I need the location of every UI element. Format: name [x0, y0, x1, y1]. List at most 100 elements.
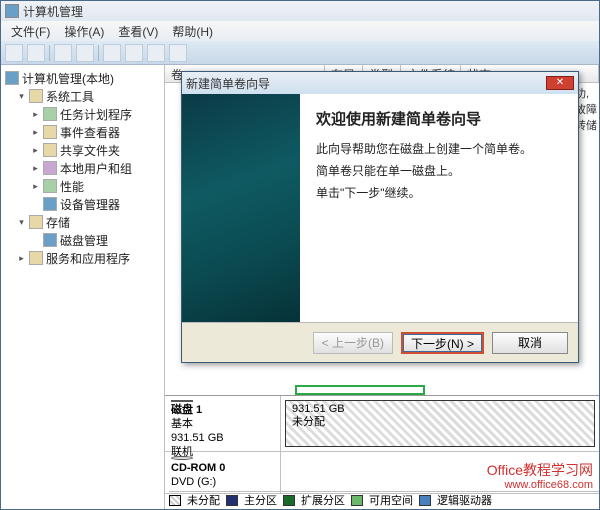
wizard-line3: 单击"下一步"继续。	[316, 185, 564, 201]
label: 服务和应用程序	[46, 250, 130, 267]
disk-graphic-pane: 磁盘 1 基本 931.51 GB 联机 931.51 GB 未分配	[165, 395, 599, 509]
tree-task-scheduler[interactable]: ▸ 任务计划程序	[3, 105, 162, 123]
label: 任务计划程序	[60, 106, 132, 123]
toolbar-sep	[49, 45, 50, 61]
properties-icon[interactable]	[76, 44, 94, 62]
label: 共享文件夹	[60, 142, 120, 159]
disk-size: 931.51 GB	[171, 431, 274, 445]
collapse-icon[interactable]: ▾	[17, 218, 26, 227]
tree-disk-management[interactable]: 磁盘管理	[3, 231, 162, 249]
disk-icon	[43, 233, 57, 247]
expand-icon[interactable]: ▸	[31, 110, 40, 119]
expand-icon[interactable]: ▸	[31, 164, 40, 173]
view-icon[interactable]	[103, 44, 121, 62]
disk-row-cdrom[interactable]: CD-ROM 0 DVD (G:)	[165, 452, 599, 494]
dialog-body: 欢迎使用新建简单卷向导 此向导帮助您在磁盘上创建一个简单卷。 简单卷只能在单一磁…	[182, 94, 578, 322]
disk-row-1[interactable]: 磁盘 1 基本 931.51 GB 联机 931.51 GB 未分配	[165, 396, 599, 452]
tools-icon	[29, 89, 43, 103]
wizard-line1: 此向导帮助您在磁盘上创建一个简单卷。	[316, 141, 564, 157]
legend-free: 可用空间	[369, 492, 413, 508]
title-bar: 计算机管理	[1, 1, 599, 21]
tree-root[interactable]: 计算机管理(本地)	[3, 69, 162, 87]
legend: 未分配 主分区 扩展分区 可用空间 逻辑驱动器	[169, 491, 599, 507]
menu-action[interactable]: 操作(A)	[58, 21, 110, 42]
event-icon	[43, 125, 57, 139]
nav-tree: 计算机管理(本地) ▾ 系统工具 ▸ 任务计划程序 ▸ 事件查看器 ▸ 共享文件夹 ▸ 本…	[1, 65, 165, 509]
tree-system-tools[interactable]: ▾ 系统工具	[3, 87, 162, 105]
cdrom-icon	[171, 456, 193, 460]
tree-event-viewer[interactable]: ▸ 事件查看器	[3, 123, 162, 141]
forward-icon[interactable]	[27, 44, 45, 62]
label: 性能	[60, 178, 84, 195]
partition-unallocated[interactable]: 931.51 GB 未分配	[285, 400, 595, 447]
menu-view[interactable]: 查看(V)	[112, 21, 164, 42]
disk-icon	[171, 400, 193, 402]
users-icon	[43, 161, 57, 175]
collapse-icon[interactable]: ▾	[17, 92, 26, 101]
wizard-line2: 简单卷只能在单一磁盘上。	[316, 163, 564, 179]
disk-volumes: 931.51 GB 未分配	[281, 396, 599, 451]
cdrom-drive: DVD (G:)	[171, 475, 274, 489]
dialog-titlebar[interactable]: 新建简单卷向导 ✕	[182, 72, 578, 94]
label: 本地用户和组	[60, 160, 132, 177]
up-icon[interactable]	[54, 44, 72, 62]
wizard-dialog: 新建简单卷向导 ✕ 欢迎使用新建简单卷向导 此向导帮助您在磁盘上创建一个简单卷。…	[181, 71, 579, 363]
back-button: < 上一步(B)	[313, 332, 393, 354]
legend-logical: 逻辑驱动器	[437, 492, 492, 508]
wizard-sidebar-image	[182, 94, 300, 322]
app-window: 计算机管理 文件(F) 操作(A) 查看(V) 帮助(H) 计算机管理(本地) …	[0, 0, 600, 510]
swatch-primary	[226, 495, 238, 506]
cdrom-label: CD-ROM 0	[171, 461, 274, 475]
folder-icon	[43, 143, 57, 157]
cancel-button[interactable]: 取消	[492, 332, 568, 354]
disk-kind: 基本	[171, 417, 274, 431]
swatch-extended	[283, 495, 295, 506]
back-icon[interactable]	[5, 44, 23, 62]
tree-shared-folders[interactable]: ▸ 共享文件夹	[3, 141, 162, 159]
services-icon	[29, 251, 43, 265]
label: 事件查看器	[60, 124, 120, 141]
refresh-icon[interactable]	[125, 44, 143, 62]
swatch-free	[351, 495, 363, 506]
close-button[interactable]: ✕	[546, 76, 574, 90]
app-icon	[5, 4, 19, 18]
disk-volumes	[281, 452, 599, 493]
tree-local-users[interactable]: ▸ 本地用户和组	[3, 159, 162, 177]
tree-storage[interactable]: ▾存储	[3, 213, 162, 231]
menu-bar: 文件(F) 操作(A) 查看(V) 帮助(H)	[1, 21, 599, 41]
swatch-unallocated	[169, 495, 181, 506]
window-title: 计算机管理	[23, 3, 83, 20]
wizard-content: 欢迎使用新建简单卷向导 此向导帮助您在磁盘上创建一个简单卷。 简单卷只能在单一磁…	[300, 94, 578, 322]
expand-icon[interactable]: ▸	[17, 254, 26, 263]
swatch-logical	[419, 495, 431, 506]
toolbar-sep	[98, 45, 99, 61]
help-icon[interactable]	[169, 44, 187, 62]
list-icon[interactable]	[147, 44, 165, 62]
menu-help[interactable]: 帮助(H)	[166, 21, 219, 42]
disk-header: 磁盘 1 基本 931.51 GB 联机	[165, 396, 281, 451]
disk-label: 磁盘 1	[171, 403, 274, 417]
label: 系统工具	[46, 88, 94, 105]
dialog-footer: < 上一步(B) 下一步(N) > 取消	[182, 322, 578, 362]
toolbar	[1, 41, 599, 65]
tree-services-apps[interactable]: ▸ 服务和应用程序	[3, 249, 162, 267]
expand-icon[interactable]: ▸	[31, 146, 40, 155]
spacer	[31, 236, 40, 245]
part-size: 931.51 GB	[292, 403, 588, 416]
legend-extended: 扩展分区	[301, 492, 345, 508]
next-button[interactable]: 下一步(N) >	[401, 332, 484, 354]
expand-icon[interactable]: ▸	[31, 182, 40, 191]
selection-highlight	[295, 385, 425, 395]
storage-icon	[29, 215, 43, 229]
computer-icon	[5, 71, 19, 85]
perf-icon	[43, 179, 57, 193]
legend-primary: 主分区	[244, 492, 277, 508]
legend-unalloc: 未分配	[187, 492, 220, 508]
tree-device-manager[interactable]: 设备管理器	[3, 195, 162, 213]
expand-icon[interactable]: ▸	[31, 128, 40, 137]
menu-file[interactable]: 文件(F)	[5, 21, 56, 42]
wizard-heading: 欢迎使用新建简单卷向导	[316, 108, 564, 129]
label: 磁盘管理	[60, 232, 108, 249]
tree-performance[interactable]: ▸ 性能	[3, 177, 162, 195]
label: 设备管理器	[60, 196, 120, 213]
